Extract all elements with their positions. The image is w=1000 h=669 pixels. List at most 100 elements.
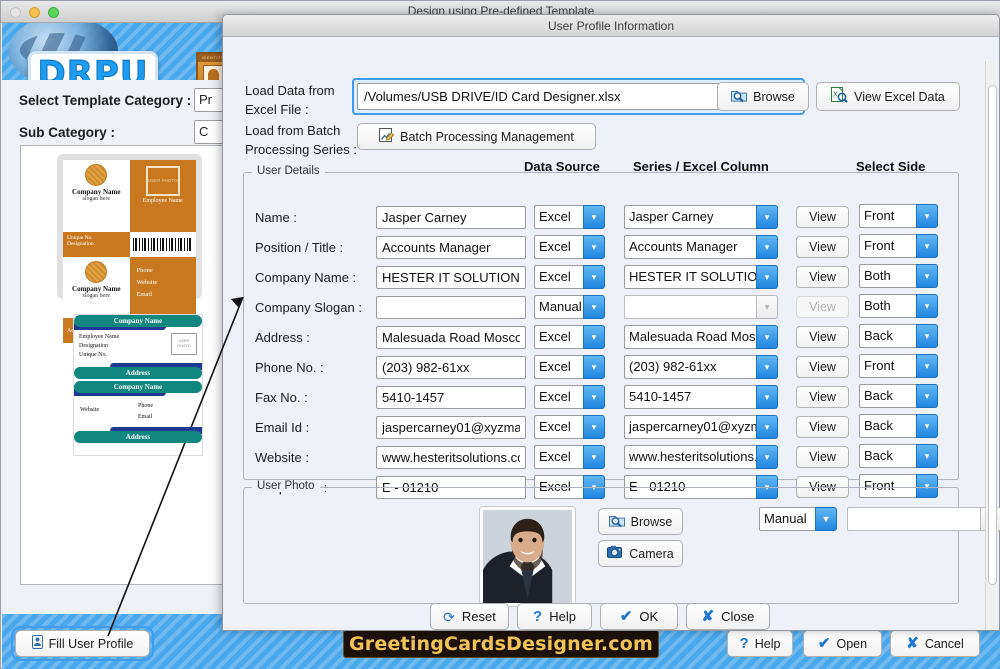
row-select-side-combo-2[interactable]: Both ▾ <box>859 264 938 288</box>
row-data-source-combo-1[interactable]: Excel ▾ <box>534 235 605 259</box>
row-view-button-0[interactable]: View <box>796 206 849 228</box>
row-data-source-combo-6[interactable]: Excel ▾ <box>534 385 605 409</box>
row-value-input-6[interactable] <box>376 386 526 409</box>
row-view-button-2[interactable]: View <box>796 266 849 288</box>
row-value-input-3[interactable] <box>376 296 526 319</box>
row-value-input-8[interactable] <box>376 446 526 469</box>
row-label-1: Position / Title : <box>255 240 344 255</box>
row-data-source-combo-4[interactable]: Excel ▾ <box>534 325 605 349</box>
row-data-source-combo-0[interactable]: Excel ▾ <box>534 205 605 229</box>
row-data-source-value-8: Excel <box>534 445 583 469</box>
dialog-scrollbar[interactable] <box>985 61 998 630</box>
chevron-down-icon: ▾ <box>756 355 778 379</box>
row-select-side-combo-8[interactable]: Back ▾ <box>859 444 938 468</box>
row-series-combo-0[interactable]: Jasper Carney ▾ <box>624 205 778 229</box>
row-data-source-combo-7[interactable]: Excel ▾ <box>534 415 605 439</box>
template-category-label: Select Template Category : <box>19 93 192 108</box>
batch-processing-management-button[interactable]: Batch Processing Management <box>357 123 596 150</box>
dialog-scrollbar-thumb[interactable] <box>988 85 997 585</box>
fill-user-profile-button[interactable]: Fill User Profile <box>11 626 154 661</box>
row-view-button-4[interactable]: View <box>796 326 849 348</box>
chevron-down-icon: ▾ <box>916 384 938 408</box>
row-series-combo-4[interactable]: Malesuada Road Mosco ▾ <box>624 325 778 349</box>
browse-excel-button[interactable]: Browse <box>717 82 809 111</box>
row-data-source-value-0: Excel <box>534 205 583 229</box>
dialog-titlebar: User Profile Information <box>223 15 999 37</box>
row-series-combo-5[interactable]: (203) 982-61xx ▾ <box>624 355 778 379</box>
row-view-button-8[interactable]: View <box>796 446 849 468</box>
row-select-side-combo-7[interactable]: Back ▾ <box>859 414 938 438</box>
cancel-button[interactable]: ✘ Cancel <box>890 630 980 657</box>
ok-button[interactable]: ✔ OK <box>600 603 678 630</box>
row-value-input-5[interactable] <box>376 356 526 379</box>
photo-camera-button[interactable]: Camera <box>598 540 683 567</box>
refresh-icon: ⟳ <box>443 608 455 625</box>
row-view-button-7[interactable]: View <box>796 416 849 438</box>
batch-processing-label: Batch Processing Management <box>400 129 574 144</box>
template-thumbnail-teal[interactable]: Company Name Employee Name Designation U… <box>73 314 203 456</box>
tpl-o-userphoto: USER PHOTO <box>147 178 178 183</box>
reset-button[interactable]: ⟳ Reset <box>430 603 509 630</box>
row-data-source-value-5: Excel <box>534 355 583 379</box>
view-excel-data-button[interactable]: X View Excel Data <box>816 82 960 111</box>
template-thumbnail-orange[interactable]: Company Name slogan here USER PHOTO Empl… <box>57 154 202 343</box>
row-value-input-7[interactable] <box>376 416 526 439</box>
chevron-down-icon: ▾ <box>916 234 938 258</box>
row-label-4: Address : <box>255 330 310 345</box>
row-series-combo-6[interactable]: 5410-1457 ▾ <box>624 385 778 409</box>
row-select-side-combo-0[interactable]: Front ▾ <box>859 204 938 228</box>
row-series-value-1: Accounts Manager <box>624 235 756 259</box>
row-data-source-combo-2[interactable]: Excel ▾ <box>534 265 605 289</box>
row-value-input-2[interactable] <box>376 266 526 289</box>
row-series-value-0: Jasper Carney <box>624 205 756 229</box>
open-button[interactable]: ✔ Open <box>803 630 882 657</box>
row-data-source-combo-3[interactable]: Manual ▾ <box>534 295 605 319</box>
row-series-value-8: www.hesteritsolutions. <box>624 445 756 469</box>
row-view-button-1[interactable]: View <box>796 236 849 258</box>
row-label-5: Phone No. : <box>255 360 324 375</box>
cross-icon: ✘ <box>701 608 715 625</box>
row-view-button-5[interactable]: View <box>796 356 849 378</box>
row-view-button-3[interactable]: View <box>796 296 849 318</box>
row-select-side-combo-5[interactable]: Front ▾ <box>859 354 938 378</box>
load-excel-label-line1: Load Data from <box>245 83 335 98</box>
row-data-source-combo-5[interactable]: Excel ▾ <box>534 355 605 379</box>
chevron-down-icon: ▾ <box>583 355 605 379</box>
row-series-combo-3[interactable]: ▾ <box>624 295 778 319</box>
chevron-down-icon: ▾ <box>916 294 938 318</box>
row-view-button-6[interactable]: View <box>796 386 849 408</box>
photo-browse-button[interactable]: Browse <box>598 508 683 535</box>
chevron-down-icon: ▾ <box>583 265 605 289</box>
template-preview-panel[interactable]: Company Name slogan here USER PHOTO Empl… <box>20 145 235 585</box>
dialog-help-button[interactable]: ? Help <box>517 603 592 630</box>
tpl-t-website: Website <box>80 407 100 413</box>
help-button[interactable]: ? Help <box>727 630 793 657</box>
photo-series-combo[interactable]: ▼ <box>847 507 1000 531</box>
chevron-down-icon: ▼ <box>815 507 837 531</box>
chevron-down-icon: ▾ <box>916 414 938 438</box>
ok-label: OK <box>639 609 659 624</box>
row-select-side-value-5: Front <box>859 354 916 378</box>
row-select-side-combo-6[interactable]: Back ▾ <box>859 384 938 408</box>
close-label: Close <box>721 609 755 624</box>
row-series-combo-2[interactable]: HESTER IT SOLUTIONS▾ <box>624 265 778 289</box>
user-photo-thumbnail[interactable] <box>479 506 576 607</box>
row-data-source-combo-8[interactable]: Excel ▾ <box>534 445 605 469</box>
photo-data-source-combo[interactable]: Manual ▼ <box>759 507 837 531</box>
row-value-input-0[interactable] <box>376 206 526 229</box>
dialog-title: User Profile Information <box>547 18 675 33</box>
tpl-t-designation: Designation <box>79 343 108 349</box>
chevron-down-icon: ▾ <box>756 445 778 469</box>
row-series-combo-1[interactable]: Accounts Manager ▾ <box>624 235 778 259</box>
row-series-combo-8[interactable]: www.hesteritsolutions. ▾ <box>624 445 778 469</box>
close-button[interactable]: ✘ Close <box>686 603 770 630</box>
row-value-input-4[interactable] <box>376 326 526 349</box>
tpl-t-userphoto: USER PHOTO <box>177 339 191 348</box>
chevron-down-icon: ▾ <box>756 385 778 409</box>
row-select-side-combo-1[interactable]: Front ▾ <box>859 234 938 258</box>
row-series-combo-7[interactable]: jaspercarney01@xyzma ▾ <box>624 415 778 439</box>
row-select-side-combo-3[interactable]: Both ▾ <box>859 294 938 318</box>
row-value-input-1[interactable] <box>376 236 526 259</box>
row-data-source-value-1: Excel <box>534 235 583 259</box>
row-select-side-combo-4[interactable]: Back ▾ <box>859 324 938 348</box>
